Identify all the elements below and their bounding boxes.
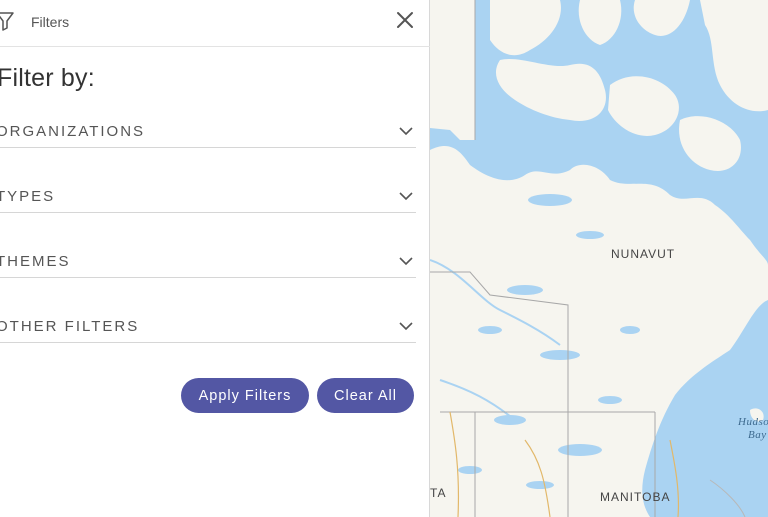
chevron-down-icon (399, 322, 413, 331)
map-label-nunavut: NUNAVUT (611, 247, 676, 261)
clear-all-button[interactable]: Clear All (317, 378, 414, 413)
map-label-hudson-bay: Hudso Bay (738, 416, 768, 442)
filter-icon (0, 12, 14, 31)
panel-header: Filters (0, 0, 430, 47)
map-canvas[interactable] (430, 0, 768, 517)
map-label-hudson-line2: Bay (748, 429, 767, 441)
section-types[interactable]: TYPES (0, 184, 416, 213)
section-organizations[interactable]: ORGANIZATIONS (0, 119, 416, 148)
filter-heading: Filter by: (0, 64, 95, 92)
map-view[interactable]: NUNAVUT MANITOBA TA Hudso Bay (430, 0, 768, 517)
filter-panel: Filters Filter by: ORGANIZATIONS TYPES T… (0, 0, 430, 517)
map-label-alberta: TA (430, 486, 447, 500)
close-icon[interactable] (393, 8, 417, 32)
panel-title: Filters (31, 14, 70, 30)
section-other-filters[interactable]: OTHER FILTERS (0, 314, 416, 343)
section-label: OTHER FILTERS (0, 318, 140, 335)
section-label: TYPES (0, 188, 56, 205)
apply-filters-button[interactable]: Apply Filters (181, 378, 309, 413)
map-label-manitoba: MANITOBA (600, 490, 671, 504)
chevron-down-icon (399, 257, 413, 266)
chevron-down-icon (399, 127, 413, 136)
section-themes[interactable]: THEMES (0, 249, 416, 278)
map-label-hudson-line1: Hudso (738, 416, 768, 428)
chevron-down-icon (399, 192, 413, 201)
section-label: ORGANIZATIONS (0, 123, 146, 140)
section-label: THEMES (0, 253, 71, 270)
